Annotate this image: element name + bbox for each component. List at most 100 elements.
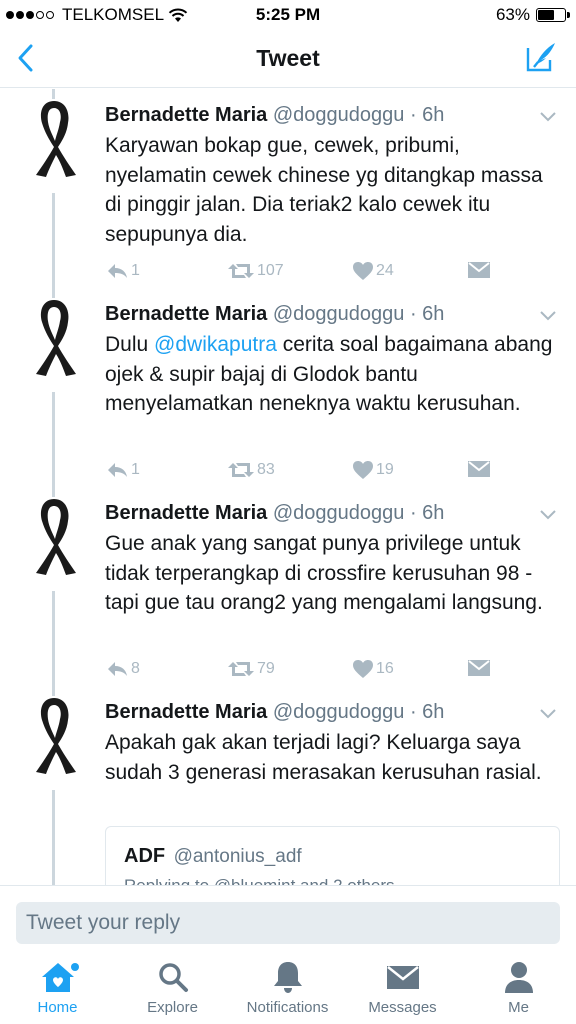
reply-bar: Tweet your reply: [0, 885, 576, 953]
envelope-icon: [468, 262, 490, 278]
reply-button[interactable]: 8: [105, 659, 140, 679]
quoted-author-handle: @antonius_adf: [173, 846, 302, 867]
quoted-tweet-card[interactable]: ADF @antonius_adf Replying to @bluemint …: [105, 826, 560, 885]
black-ribbon-icon: [36, 101, 76, 177]
chevron-down-icon: [540, 311, 556, 321]
tweet-item[interactable]: Bernadette Maria @doggudoggu · 6h Karyaw…: [0, 89, 576, 288]
heart-icon: [353, 461, 373, 479]
navigation-bar: Tweet: [0, 30, 576, 88]
tab-explore[interactable]: Explore: [115, 959, 230, 1021]
tweet-text: Gue anak yang sangat punya privilege unt…: [105, 532, 543, 614]
tab-notifications[interactable]: Notifications: [230, 959, 345, 1021]
home-tab-icon-wrap: [0, 959, 115, 995]
search-icon: [158, 963, 188, 992]
tab-label: Messages: [368, 999, 437, 1016]
tab-label: Explore: [147, 999, 198, 1016]
home-icon: [41, 963, 74, 992]
like-button[interactable]: 24: [352, 261, 394, 281]
mention-link[interactable]: @dwikaputra: [154, 333, 277, 356]
tweet-text: Dulu @dwikaputra cerita soal bagaimana a…: [105, 330, 555, 419]
tweet-time: · 6h: [409, 303, 445, 325]
avatar[interactable]: [18, 99, 90, 193]
black-ribbon-icon: [36, 300, 76, 376]
chevron-down-icon: [540, 112, 556, 122]
retweet-icon: [228, 463, 254, 477]
avatar[interactable]: [18, 696, 90, 790]
author-handle[interactable]: @doggudoggu: [273, 104, 405, 126]
tweet-menu-button[interactable]: [538, 706, 558, 720]
tab-label: Notifications: [246, 999, 329, 1016]
tab-label: Home: [37, 999, 78, 1016]
status-time: 5:25 PM: [255, 5, 321, 24]
retweet-icon: [228, 264, 254, 278]
retweet-button[interactable]: 83: [227, 460, 275, 480]
back-button[interactable]: [12, 42, 42, 74]
status-bar: TELKOMSEL 5:25 PM 63%: [0, 0, 576, 30]
tab-label: Me: [508, 999, 529, 1016]
compose-button[interactable]: [524, 40, 558, 74]
like-button[interactable]: 19: [352, 460, 394, 480]
reply-input[interactable]: Tweet your reply: [16, 902, 560, 944]
tweet-header: Bernadette Maria @doggudoggu · 6h: [105, 701, 444, 724]
reply-icon: [108, 463, 127, 477]
retweet-button[interactable]: 79: [227, 659, 275, 679]
tab-messages[interactable]: Messages: [345, 959, 460, 1021]
author-name[interactable]: Bernadette Maria: [105, 502, 267, 524]
tweet-actions: 1 107 24: [105, 261, 505, 283]
messages-tab-icon-wrap: [345, 959, 460, 995]
author-handle[interactable]: @doggudoggu: [273, 701, 405, 723]
like-button[interactable]: 16: [352, 659, 394, 679]
direct-message-button[interactable]: [467, 659, 491, 677]
reply-count: 1: [131, 262, 140, 279]
direct-message-button[interactable]: [467, 460, 491, 478]
tweet-header: Bernadette Maria @doggudoggu · 6h: [105, 303, 444, 326]
reply-count: 8: [131, 660, 140, 677]
tweet-time: · 6h: [409, 104, 445, 126]
page-title: Tweet: [256, 45, 320, 71]
me-tab-icon-wrap: [461, 959, 576, 995]
tweet-item[interactable]: Bernadette Maria @doggudoggu · 6h Dulu @…: [0, 288, 576, 487]
like-count: 19: [376, 461, 394, 478]
chevron-down-icon: [540, 510, 556, 520]
author-name[interactable]: Bernadette Maria: [105, 303, 267, 325]
envelope-icon: [468, 461, 490, 477]
battery-icon: [536, 8, 570, 22]
retweet-button[interactable]: 107: [227, 261, 284, 281]
author-handle[interactable]: @doggudoggu: [273, 303, 405, 325]
author-name[interactable]: Bernadette Maria: [105, 701, 267, 723]
reply-button[interactable]: 1: [105, 460, 140, 480]
heart-icon: [353, 262, 373, 280]
author-name[interactable]: Bernadette Maria: [105, 104, 267, 126]
tab-me[interactable]: Me: [461, 959, 576, 1021]
reply-count: 1: [131, 461, 140, 478]
retweet-icon: [228, 662, 254, 676]
bell-icon: [273, 962, 302, 993]
tab-home[interactable]: Home: [0, 959, 115, 1021]
chevron-left-icon: [18, 44, 33, 72]
tweet-item[interactable]: Bernadette Maria @doggudoggu · 6h Gue an…: [0, 487, 576, 686]
tweet-text: Karyawan bokap gue, cewek, pribumi, nyel…: [105, 134, 543, 246]
explore-tab-icon-wrap: [115, 959, 230, 995]
battery-level-fill: [538, 10, 555, 20]
avatar[interactable]: [18, 497, 90, 591]
reply-icon: [108, 662, 127, 676]
reply-button[interactable]: 1: [105, 261, 140, 281]
like-count: 16: [376, 660, 394, 677]
author-handle[interactable]: @doggudoggu: [273, 502, 405, 524]
avatar[interactable]: [18, 298, 90, 392]
notifications-tab-icon-wrap: [230, 959, 345, 995]
tweet-menu-button[interactable]: [538, 109, 558, 123]
new-content-dot: [71, 963, 79, 971]
tweet-menu-button[interactable]: [538, 308, 558, 322]
quoted-replying-to: Replying to @bluemint and 2 others: [124, 876, 541, 885]
tweet-header: Bernadette Maria @doggudoggu · 6h: [105, 104, 444, 127]
tweet-menu-button[interactable]: [538, 507, 558, 521]
chevron-down-icon: [540, 709, 556, 719]
retweet-count: 79: [257, 660, 275, 677]
reply-icon: [108, 264, 127, 278]
direct-message-button[interactable]: [467, 261, 491, 279]
tweet-text: Apakah gak akan terjadi lagi? Keluarga s…: [105, 731, 542, 784]
tweet-thread[interactable]: Bernadette Maria @doggudoggu · 6h Karyaw…: [0, 89, 576, 885]
tweet-actions: 8 79 16: [105, 659, 505, 681]
tweet-actions: 1 83 19: [105, 460, 505, 482]
